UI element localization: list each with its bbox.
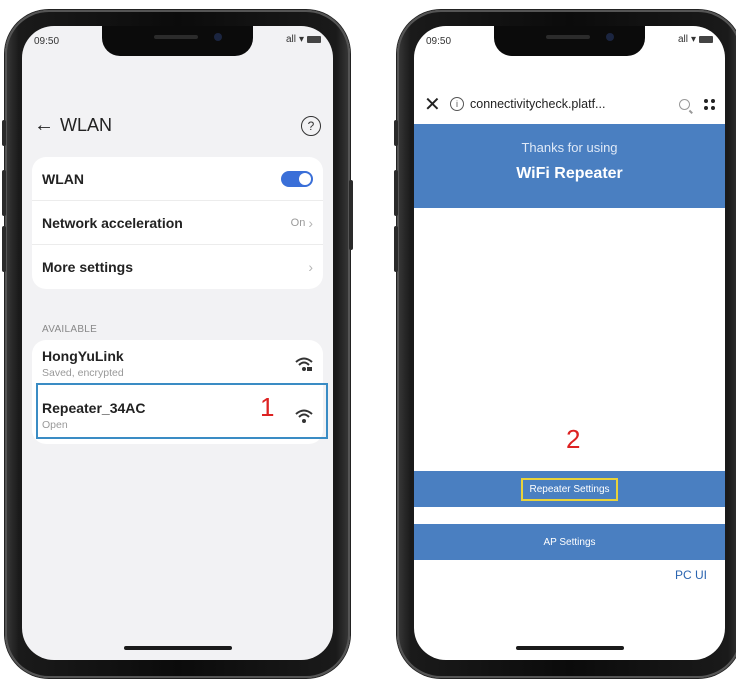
settings-card: WLAN Network acceleration On › More sett… [32,157,323,289]
status-time: 09:50 [34,36,60,47]
wifi-status-icon: ▾ [298,34,304,45]
ap-settings-button[interactable]: AP Settings [543,537,595,548]
available-section-label: AVAILABLE [42,324,98,335]
network-status: Saved, encrypted [42,367,124,379]
volume-down-button [394,226,398,272]
wlan-header: ← WLAN ? [34,114,321,137]
volume-up-button [394,170,398,216]
info-icon[interactable]: i [450,97,464,111]
welcome-banner: Thanks for using WiFi Repeater [414,124,725,208]
battery-icon [699,36,713,43]
screen-left: 09:50 all ▾ ← WLAN ? WLAN Network accele… [22,26,333,660]
close-icon[interactable]: ✕ [424,92,446,117]
power-button [349,180,353,250]
browser-toolbar: ✕ i connectivitycheck.platf... [414,84,725,124]
pc-ui-link[interactable]: PC UI [675,568,707,582]
chevron-right-icon: › [308,214,313,231]
screen-right: 09:50 all ▾ ✕ i connectivitycheck.platf.… [414,26,725,660]
volume-up-button [2,170,6,216]
status-time: 09:50 [426,36,452,47]
battery-icon [307,36,321,43]
menu-icon[interactable] [704,98,715,110]
mute-switch [2,120,6,146]
wifi-locked-icon [295,357,313,371]
banner-subtitle: Thanks for using [521,140,618,155]
phone-frame-right: 09:50 all ▾ ✕ i connectivitycheck.platf.… [394,10,736,678]
home-indicator [516,646,624,650]
status-icons: all ▾ [286,34,321,45]
repeater-settings-button[interactable]: Repeater Settings [521,477,618,501]
wlan-toggle[interactable] [281,170,313,187]
more-settings-row[interactable]: More settings › [32,245,323,289]
notch [494,26,645,56]
repeater-settings-bar[interactable]: Repeater Settings [414,471,725,507]
search-icon[interactable] [679,98,690,110]
network-acceleration-row[interactable]: Network acceleration On › [32,201,323,245]
wifi-status-icon: ▾ [690,34,696,45]
notch [102,26,253,56]
step-number-2: 2 [566,424,581,454]
wlan-toggle-row[interactable]: WLAN [32,157,323,201]
row-label: Network acceleration [42,214,183,231]
help-icon[interactable]: ? [301,115,321,136]
row-value: On [290,216,306,229]
banner-title: WiFi Repeater [516,165,623,182]
url-text[interactable]: connectivitycheck.platf... [470,97,605,111]
page-title: WLAN [60,115,113,135]
row-label: More settings [42,259,134,275]
row-label: WLAN [42,170,84,187]
highlight-box-repeater [36,383,328,439]
step-number-1: 1 [260,392,275,422]
ap-settings-bar[interactable]: AP Settings [414,524,725,560]
home-indicator [124,646,232,650]
signal-icon: all [285,34,296,45]
back-arrow-icon[interactable]: ← [34,114,60,137]
status-icons: all ▾ [678,34,713,45]
signal-icon: all [677,34,688,45]
network-name: HongYuLink [42,348,124,364]
mute-switch [394,120,398,146]
chevron-right-icon: › [308,259,313,275]
volume-down-button [2,226,6,272]
phone-frame-left: 09:50 all ▾ ← WLAN ? WLAN Network accele… [2,10,353,678]
